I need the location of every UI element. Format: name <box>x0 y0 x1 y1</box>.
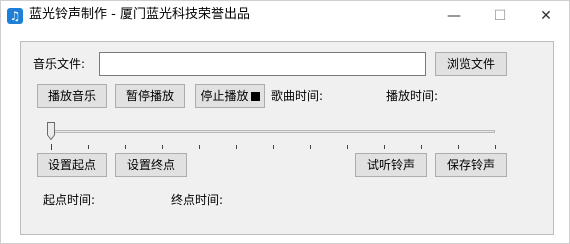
slider-tick <box>421 145 422 149</box>
browse-file-button[interactable]: 浏览文件 <box>435 52 507 76</box>
play-time-label: 播放时间: <box>386 89 439 103</box>
play-music-button[interactable]: 播放音乐 <box>37 84 107 108</box>
client-area: 音乐文件: 浏览文件 播放音乐 暂停播放 停止播放 歌曲时间: 播放时间: 设置… <box>2 31 569 243</box>
close-button[interactable]: ✕ <box>523 1 569 31</box>
slider-tick <box>162 145 163 149</box>
maximize-button[interactable]: ☐ <box>477 1 523 31</box>
slider-tick <box>88 145 89 149</box>
slider-tick <box>273 145 274 149</box>
slider-tick <box>125 145 126 149</box>
slider-tick <box>51 144 52 150</box>
app-window: ♫ 蓝光铃声制作 - 厦门蓝光科技荣誉出品 — ☐ ✕ 音乐文件: 浏览文件 播… <box>0 0 570 244</box>
music-note-icon: ♫ <box>7 8 23 24</box>
set-end-button[interactable]: 设置终点 <box>115 153 187 177</box>
slider-tick <box>199 145 200 149</box>
song-time-label: 歌曲时间: <box>271 89 324 103</box>
title-bar[interactable]: ♫ 蓝光铃声制作 - 厦门蓝光科技荣誉出品 — ☐ ✕ <box>1 1 569 31</box>
stop-playback-button[interactable]: 停止播放 <box>195 84 265 108</box>
position-slider-thumb[interactable] <box>47 122 55 140</box>
slider-tick <box>347 145 348 149</box>
main-panel: 音乐文件: 浏览文件 播放音乐 暂停播放 停止播放 歌曲时间: 播放时间: 设置… <box>20 41 554 235</box>
stop-square-icon <box>250 92 260 101</box>
start-time-label: 起点时间: <box>43 193 96 207</box>
slider-tick <box>384 145 385 149</box>
stop-button-label: 停止播放 <box>200 89 249 103</box>
music-file-label: 音乐文件: <box>33 57 86 71</box>
save-ringtone-button[interactable]: 保存铃声 <box>435 153 507 177</box>
preview-ringtone-button[interactable]: 试听铃声 <box>355 153 427 177</box>
pause-playback-button[interactable]: 暂停播放 <box>115 84 185 108</box>
slider-tick <box>310 145 311 149</box>
minimize-button[interactable]: — <box>431 1 477 31</box>
end-time-label: 终点时间: <box>171 193 224 207</box>
slider-tick <box>458 145 459 149</box>
music-file-input[interactable] <box>99 52 426 76</box>
set-start-button[interactable]: 设置起点 <box>37 153 107 177</box>
position-slider-track[interactable] <box>51 130 495 133</box>
slider-tick <box>236 145 237 149</box>
slider-tick <box>495 145 496 149</box>
window-title: 蓝光铃声制作 - 厦门蓝光科技荣誉出品 <box>29 7 250 22</box>
